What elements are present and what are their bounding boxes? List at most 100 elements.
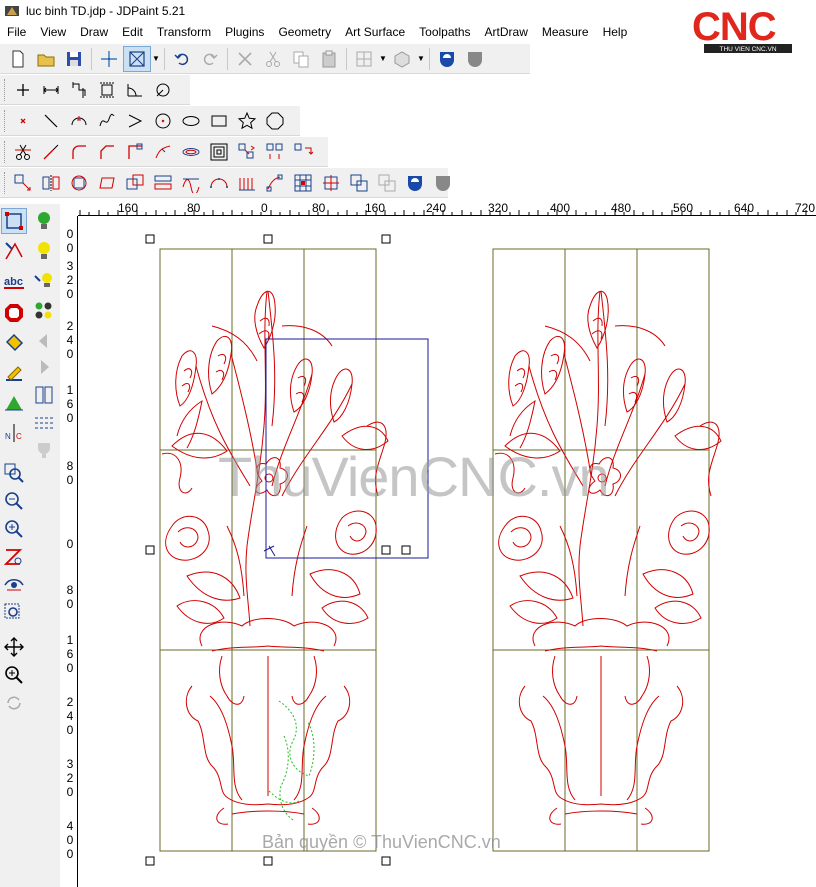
draw-polygon-button[interactable] [261,108,289,134]
menu-edit[interactable]: Edit [115,22,150,42]
break-button[interactable] [149,139,177,165]
light-yellow-tool[interactable] [31,238,57,264]
open-file-button[interactable] [32,46,60,72]
menu-plugins[interactable]: Plugins [218,22,271,42]
curve-transform-button[interactable] [261,170,289,196]
draw-arc-button[interactable] [65,108,93,134]
distort-button[interactable] [317,170,345,196]
angle-dimension-button[interactable] [65,77,93,103]
menu-draw[interactable]: Draw [73,22,115,42]
toolbar-grip[interactable] [4,140,7,163]
next-step-tool[interactable] [31,354,57,380]
zoom-window-tool[interactable] [1,460,27,486]
extend-button[interactable] [37,139,65,165]
pan-tool[interactable] [1,634,27,660]
menu-toolpaths[interactable]: Toolpaths [412,22,477,42]
text-tool[interactable]: abc [1,270,27,296]
mirror-button[interactable] [37,170,65,196]
relief-tool[interactable] [1,390,27,416]
paste-button[interactable] [315,46,343,72]
ungroup-button[interactable] [373,170,401,196]
radius-dimension-button[interactable] [149,77,177,103]
menu-artdraw[interactable]: ArtDraw [478,22,535,42]
3d-view-button[interactable] [388,46,416,72]
cut-button[interactable] [259,46,287,72]
delete-button[interactable] [231,46,259,72]
trim-button[interactable] [9,139,37,165]
shield-grey-button[interactable] [461,46,489,72]
ruler-transform-button[interactable] [233,170,261,196]
prev-step-tool[interactable] [31,328,57,354]
layout-view-dropdown[interactable]: ▼ [378,46,388,72]
point-dimension-button[interactable] [9,77,37,103]
toolbar-grip[interactable] [4,109,7,132]
menu-transform[interactable]: Transform [150,22,218,42]
linear-dimension-button[interactable] [37,77,65,103]
brush-tool[interactable] [1,360,27,386]
copy-button[interactable] [287,46,315,72]
join-nodes-button[interactable] [233,139,261,165]
undo-button[interactable] [168,46,196,72]
trophy-tool[interactable] [31,438,57,464]
toolbar-grip[interactable] [4,171,7,194]
menu-geometry[interactable]: Geometry [271,22,338,42]
draw-line-button[interactable] [37,108,65,134]
move-button[interactable] [9,170,37,196]
zoom-out-tool[interactable] [1,488,27,514]
menu-file[interactable]: File [0,22,33,42]
grid-transform-button[interactable] [289,170,317,196]
chamfer-button[interactable] [93,139,121,165]
light-group-tool[interactable] [31,298,57,324]
toolbar-grip[interactable] [4,78,7,101]
fill-tool[interactable] [1,330,27,356]
menu-help[interactable]: Help [596,22,635,42]
layout-view-button[interactable] [350,46,378,72]
reverse-direction-button[interactable] [289,139,317,165]
select-mode-dropdown[interactable]: ▼ [151,46,161,72]
zoom-extents-tool[interactable] [1,544,27,570]
stop-tool[interactable] [1,300,27,326]
layers-tool[interactable] [31,382,57,408]
hatch-tool[interactable] [31,410,57,436]
zoom-realtime-tool[interactable] [1,662,27,688]
light-green-tool[interactable] [31,208,57,234]
draw-circle-button[interactable] [149,108,177,134]
arc-transform-button[interactable] [205,170,233,196]
box-dimension-button[interactable] [93,77,121,103]
wave-transform-button[interactable] [177,170,205,196]
zoom-selection-tool[interactable] [1,600,27,626]
fillet-button[interactable] [65,139,93,165]
offset-ellipse-button[interactable] [177,139,205,165]
3d-view-dropdown[interactable]: ▼ [416,46,426,72]
menu-view[interactable]: View [33,22,73,42]
offset-rect-button[interactable] [205,139,233,165]
zoom-in-tool[interactable] [1,516,27,542]
rotate-button[interactable] [65,170,93,196]
draw-ellipse-button[interactable] [177,108,205,134]
select-node-tool[interactable] [1,208,27,234]
shield-blue-button[interactable] [433,46,461,72]
split-nodes-button[interactable] [261,139,289,165]
arc-dimension-button[interactable] [121,77,149,103]
draw-point-button[interactable] [9,108,37,134]
draw-spline-button[interactable] [93,108,121,134]
rotate-view-tool[interactable] [1,690,27,716]
shield-blue-2-button[interactable] [401,170,429,196]
drawing-canvas[interactable] [79,216,816,887]
menu-measure[interactable]: Measure [535,22,596,42]
nc-tool[interactable]: NC [1,420,27,446]
pick-tool[interactable] [1,238,27,264]
group-button[interactable] [345,170,373,196]
select-box-button[interactable] [123,45,151,72]
skew-button[interactable] [93,170,121,196]
draw-polyline-button[interactable] [121,108,149,134]
view-eye-tool[interactable] [1,572,27,598]
scale-button[interactable] [121,170,149,196]
save-file-button[interactable] [60,46,88,72]
draw-rectangle-button[interactable] [205,108,233,134]
menu-art-surface[interactable]: Art Surface [338,22,412,42]
light-pick-tool[interactable] [31,268,57,294]
draw-star-button[interactable] [233,108,261,134]
shield-grey-2-button[interactable] [429,170,457,196]
array-button[interactable] [149,170,177,196]
